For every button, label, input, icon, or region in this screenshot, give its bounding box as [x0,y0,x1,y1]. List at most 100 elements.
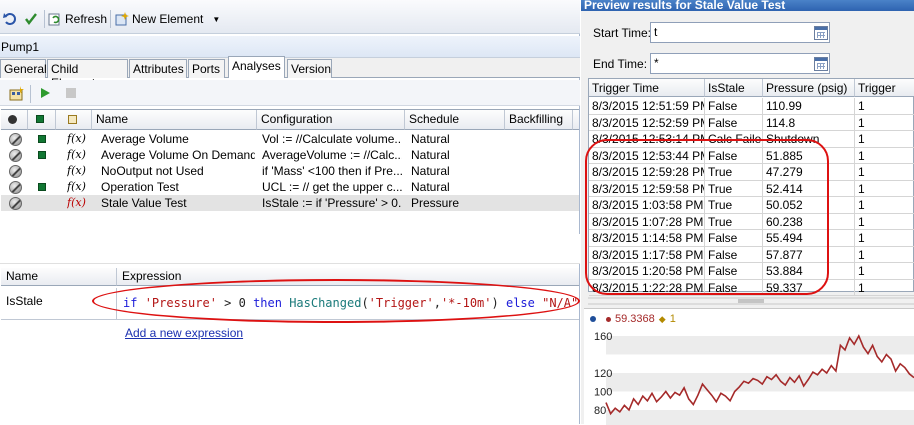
trigger-cell: 1 [855,148,914,164]
start-time-label: Start Time: [593,26,651,40]
isstale-cell: False [705,230,763,246]
result-row[interactable]: 8/3/2015 12:59:28 PMTrue47.2791 [589,164,914,181]
isstale-column-header[interactable]: IsStale [705,79,763,97]
expression-token: if [123,296,145,310]
result-row[interactable]: 8/3/2015 1:20:58 PMFalse53.8841 [589,263,914,280]
result-row[interactable]: 8/3/2015 12:53:14 PMCalc FailedShutdown1 [589,131,914,148]
new-element-button[interactable]: New Element ▼ [115,9,220,29]
expression-type-icon: f(x) [67,131,89,147]
expression-token: ) [492,296,506,310]
name-column-header[interactable]: Name [92,110,257,130]
template-button[interactable] [8,85,24,101]
start-time-input[interactable]: t [650,22,830,43]
expression-token: 'Trigger' [369,296,434,310]
analysis-row[interactable]: f(x)NoOutput not Usedif 'Mass' <100 then… [1,163,579,179]
tab-general[interactable]: General [0,59,46,78]
end-time-input[interactable]: * [650,53,830,74]
undo-button[interactable] [3,9,17,29]
analysis-row[interactable]: f(x)Average Volume On DemandAverageVolum… [1,147,579,163]
backfill-column-header[interactable] [28,110,56,130]
refresh-icon [48,12,62,26]
analysis-configuration: IsStale := if 'Pressure' > 0... [262,195,402,211]
status-column-header[interactable] [1,110,28,130]
isstale-cell: False [705,98,763,114]
trigger-time-column-header[interactable]: Trigger Time [589,79,705,97]
chart-band [606,410,914,425]
series-dot-icon [590,316,596,322]
backfill-cell [35,179,53,195]
pressure-cell: 51.885 [763,148,855,164]
configuration-column-header[interactable]: Configuration [257,110,405,130]
result-row[interactable]: 8/3/2015 12:53:44 PMFalse51.8851 [589,148,914,165]
splitter-grip-icon [588,294,914,308]
element-tabs: General Child Elements Attributes Ports … [0,58,580,78]
stop-button[interactable] [63,85,79,101]
expression-editor[interactable]: if 'Pressure' > 0 then HasChanged('Trigg… [123,296,578,310]
refresh-button[interactable]: Refresh [48,9,107,29]
result-row[interactable]: 8/3/2015 1:07:28 PMTrue60.2381 [589,214,914,231]
check-in-button[interactable] [24,9,38,29]
pressure-column-header[interactable]: Pressure (psig) [763,79,855,97]
pressure-cell: 57.877 [763,247,855,263]
isstale-cell: True [705,214,763,230]
chart-splitter[interactable] [588,294,914,308]
trigger-time-cell: 8/3/2015 1:20:58 PM [589,263,705,279]
result-row[interactable]: 8/3/2015 12:51:59 PMFalse110.991 [589,98,914,115]
expression-type-icon: f(x) [67,147,89,163]
analysis-schedule: Pressure [411,195,503,211]
analysis-name: Average Volume [101,131,255,147]
expression-token: ( [361,296,368,310]
chevron-down-icon[interactable]: ▼ [212,15,220,24]
tab-analyses[interactable]: Analyses [228,56,285,78]
disabled-status-icon [9,133,22,146]
expr-expression-column-header[interactable]: Expression [117,268,579,286]
trigger-cell: 1 [855,263,914,279]
tab-child-elements[interactable]: Child Elements [47,59,128,78]
backfill-header-icon [36,115,44,123]
trigger-cell: 1 [855,131,914,147]
calendar-icon[interactable] [814,57,828,71]
start-button[interactable] [37,85,53,101]
add-expression-link[interactable]: Add a new expression [125,326,243,340]
pressure-cell: 114.8 [763,115,855,131]
tab-ports[interactable]: Ports [188,59,225,78]
backfilling-column-header[interactable]: Backfilling [505,110,573,130]
status-cell [9,163,25,179]
expression-row[interactable]: IsStale if 'Pressure' > 0 then HasChange… [1,288,579,320]
analysis-row[interactable]: f(x) Average Volume Vol := //Calculate vol… [1,131,579,147]
type-column-header[interactable] [56,110,92,130]
analysis-row[interactable]: f(x) Stale Value Test IsStale := if 'Press… [1,195,579,211]
tab-attributes[interactable]: Attributes [129,59,187,78]
analysis-configuration: Vol := //Calculate volume... [262,131,402,147]
trigger-column-header[interactable]: Trigger [855,79,914,97]
y-tick-label: 100 [594,387,612,399]
pressure-cell: 50.052 [763,197,855,213]
result-row[interactable]: 8/3/2015 1:14:58 PMFalse55.4941 [589,230,914,247]
analysis-row[interactable]: f(x)Operation TestUCL := // get the uppe… [1,179,579,195]
undo-icon [3,12,17,26]
result-row[interactable]: 8/3/2015 1:17:58 PMFalse57.8771 [589,247,914,264]
trend-legend: 59.3368 ◆ 1 [590,313,676,325]
calendar-icon[interactable] [814,26,828,40]
backfill-icon [38,183,46,191]
analysis-name: NoOutput not Used [101,163,255,179]
pressure-cell: Shutdown [763,131,855,147]
expression-token: , [434,296,441,310]
disabled-status-icon [9,181,22,194]
trigger-cell: 1 [855,181,914,197]
expression-name-cell[interactable]: IsStale [1,288,117,320]
trigger-cell: 1 [855,115,914,131]
backfill-cell [35,195,53,211]
schedule-column-header[interactable]: Schedule [405,110,505,130]
stop-icon [66,88,76,98]
trigger-time-cell: 8/3/2015 12:59:58 PM [589,181,705,197]
result-row[interactable]: 8/3/2015 12:52:59 PMFalse114.81 [589,115,914,132]
result-row[interactable]: 8/3/2015 12:59:58 PMTrue52.4141 [589,181,914,198]
tab-version[interactable]: Version [287,59,332,78]
expr-name-column-header[interactable]: Name [1,268,117,286]
expression-type-icon: f(x) [67,195,89,211]
result-row[interactable]: 8/3/2015 1:03:58 PMTrue50.0521 [589,197,914,214]
analysis-configuration: AverageVolume := //Calc... [262,147,402,163]
analysis-name: Stale Value Test [101,195,255,211]
pressure-cell: 53.884 [763,263,855,279]
